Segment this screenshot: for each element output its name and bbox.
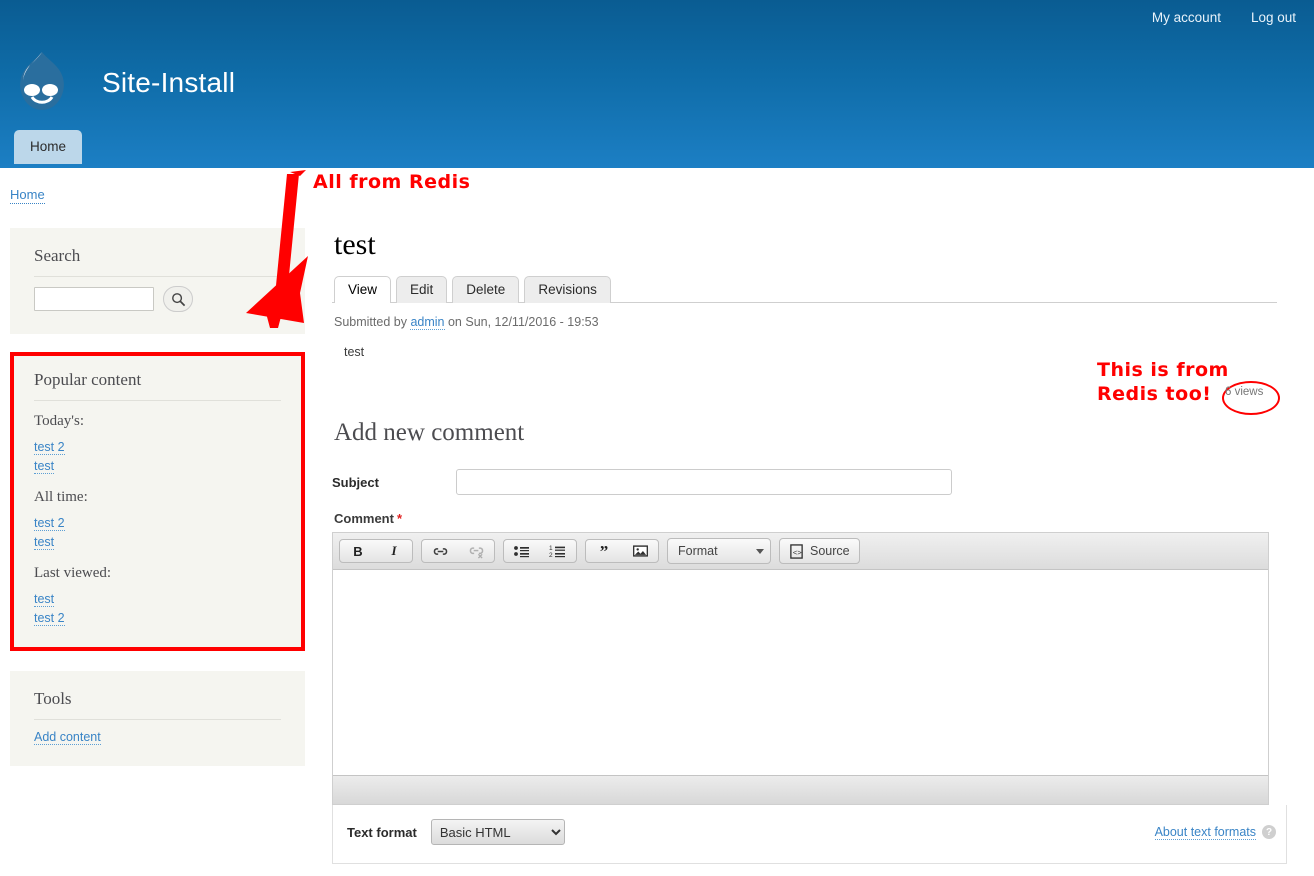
bulleted-list-icon xyxy=(514,546,529,558)
source-button-label: Source xyxy=(810,544,850,558)
toolbar-group-links xyxy=(421,539,495,563)
question-mark-icon[interactable]: ? xyxy=(1262,825,1276,839)
bulleted-list-button[interactable] xyxy=(504,540,540,562)
tab-view[interactable]: View xyxy=(334,276,392,303)
add-comment-heading: Add new comment xyxy=(334,419,525,446)
italic-label: I xyxy=(391,543,397,558)
editor-status-bar xyxy=(333,775,1268,804)
editor-content-area[interactable] xyxy=(333,570,1268,775)
list-item: test xyxy=(34,591,281,607)
link-button[interactable] xyxy=(422,540,458,562)
search-submit-button[interactable] xyxy=(163,286,193,312)
main-content: test View Edit Delete Revisions Submitte… xyxy=(332,228,1287,864)
required-marker: * xyxy=(396,511,403,526)
status-badge: 6 views xyxy=(1225,386,1264,398)
list-item: test xyxy=(34,534,281,550)
user-account-links: My account Log out xyxy=(1152,10,1296,25)
list-item: test 2 xyxy=(34,610,281,626)
node-body-text: test xyxy=(344,345,365,359)
bold-label: B xyxy=(353,543,363,559)
block-popular-content: Popular content Today's: test 2 test All… xyxy=(10,352,305,651)
block-search: Search xyxy=(10,228,305,334)
submitted-suffix: on Sun, 12/11/2016 - 19:53 xyxy=(447,315,599,329)
numbered-list-icon: 1 2 xyxy=(549,545,565,558)
block-tools: Tools Add content xyxy=(10,671,305,766)
image-icon xyxy=(632,545,648,557)
annotation-all-from-redis: All from Redis xyxy=(313,171,471,193)
tab-edit[interactable]: Edit xyxy=(396,276,448,303)
popular-lastviewed-link-1[interactable]: test xyxy=(34,592,55,607)
svg-text:2: 2 xyxy=(549,552,553,558)
subject-input[interactable] xyxy=(456,469,952,495)
search-form xyxy=(34,286,281,312)
primary-navigation: Home xyxy=(14,130,83,164)
popular-today-link-1[interactable]: test 2 xyxy=(34,440,65,455)
submitted-author-link[interactable]: admin xyxy=(410,315,445,330)
svg-text:<>: <> xyxy=(793,549,803,557)
comment-label-text: Comment xyxy=(334,511,394,526)
source-code-icon: <> xyxy=(790,543,803,559)
subject-field-row: Subject xyxy=(332,469,1277,495)
popular-alltime-link-1[interactable]: test 2 xyxy=(34,516,65,531)
list-item: test 2 xyxy=(34,439,281,455)
italic-button[interactable]: I xyxy=(376,540,412,562)
tab-revisions[interactable]: Revisions xyxy=(524,276,611,303)
toolbar-group-blocks: ” xyxy=(585,539,659,563)
popular-group-label-lastviewed: Last viewed: xyxy=(34,565,112,581)
about-text-formats: About text formats ? xyxy=(1154,825,1276,840)
comment-rich-text-editor: B I 1 2 ” Format <> Source xyxy=(332,532,1269,805)
subject-label: Subject xyxy=(332,474,379,490)
text-format-wrapper: Text format Basic HTML About text format… xyxy=(332,805,1287,864)
editor-toolbar: B I 1 2 ” Format <> Source xyxy=(333,533,1268,570)
site-header: My account Log out Site-Install Home xyxy=(0,0,1314,168)
format-dropdown-label: Format xyxy=(678,544,718,558)
toolbar-group-lists: 1 2 xyxy=(503,539,577,563)
popular-group-label-alltime: All time: xyxy=(34,489,88,505)
link-icon xyxy=(433,547,447,555)
list-item: test 2 xyxy=(34,515,281,531)
nav-tab-home[interactable]: Home xyxy=(14,130,83,164)
tab-delete[interactable]: Delete xyxy=(452,276,520,303)
submitted-prefix: Submitted by xyxy=(334,315,407,329)
breadcrumb: Home xyxy=(10,187,45,204)
image-button[interactable] xyxy=(622,540,658,562)
search-block-title: Search xyxy=(34,246,281,277)
page-title: test xyxy=(334,228,376,261)
popular-block-title: Popular content xyxy=(34,370,281,401)
drupal-drop-logo-icon xyxy=(14,48,70,118)
text-format-select[interactable]: Basic HTML xyxy=(430,819,565,845)
sidebar-first: Search Popular content Today's: test 2 t… xyxy=(10,228,305,784)
numbered-list-button[interactable]: 1 2 xyxy=(540,540,576,562)
list-item: test xyxy=(34,458,281,474)
unlink-icon xyxy=(469,546,483,559)
popular-alltime-link-2[interactable]: test xyxy=(34,535,55,550)
comment-label: Comment * xyxy=(334,511,1277,526)
search-input[interactable] xyxy=(34,287,154,311)
popular-group-label-today: Today's: xyxy=(34,413,84,429)
site-branding[interactable]: Site-Install xyxy=(14,48,235,118)
blockquote-icon: ” xyxy=(599,541,609,561)
list-item: Add content xyxy=(34,729,281,745)
log-out-link[interactable]: Log out xyxy=(1251,10,1296,25)
search-icon xyxy=(171,292,185,306)
tools-block-title: Tools xyxy=(34,689,281,720)
blockquote-button[interactable]: ” xyxy=(586,540,622,562)
popular-today-link-2[interactable]: test xyxy=(34,459,55,474)
svg-text:1: 1 xyxy=(549,545,553,552)
node-submitted-meta: Submitted by admin on Sun, 12/11/2016 - … xyxy=(334,315,1277,330)
chevron-down-icon xyxy=(756,548,764,554)
popular-lastviewed-link-2[interactable]: test 2 xyxy=(34,611,65,626)
format-dropdown[interactable]: Format xyxy=(667,538,771,564)
add-content-link[interactable]: Add content xyxy=(34,730,101,745)
toolbar-group-basic-styles: B I xyxy=(339,539,413,563)
text-format-label: Text format xyxy=(347,824,417,840)
unlink-button[interactable] xyxy=(458,540,494,562)
node-task-tabs: View Edit Delete Revisions xyxy=(332,276,1277,303)
breadcrumb-home-link[interactable]: Home xyxy=(10,187,45,204)
bold-button[interactable]: B xyxy=(340,540,376,562)
about-text-formats-link[interactable]: About text formats xyxy=(1154,825,1256,840)
source-button[interactable]: <> Source xyxy=(779,538,860,564)
site-name: Site-Install xyxy=(102,67,236,98)
my-account-link[interactable]: My account xyxy=(1152,10,1221,25)
